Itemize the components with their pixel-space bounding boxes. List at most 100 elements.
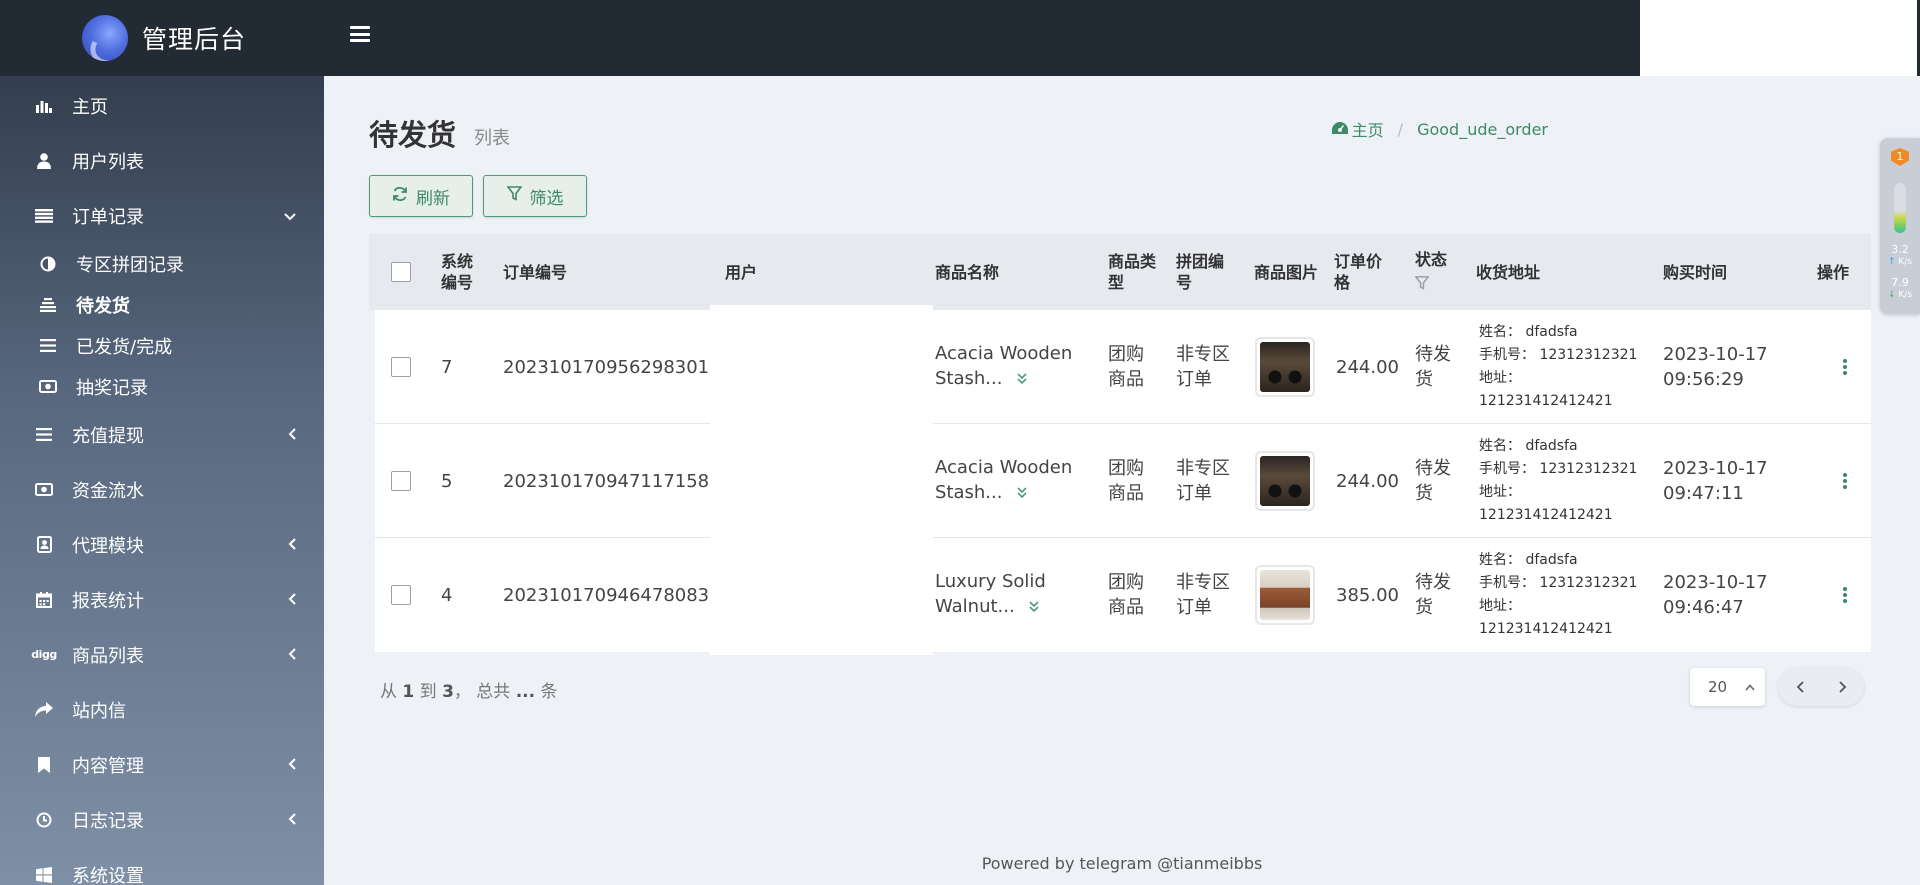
sidebar-item-settings[interactable]: 系统设置 [0, 847, 324, 885]
prev-page-icon[interactable] [1796, 677, 1804, 698]
top-navbar [324, 0, 1640, 76]
sidebar-item-orders[interactable]: 订单记录 [0, 188, 324, 243]
orders-table: 系统编号 订单编号 用户 商品名称 商品类型 拼团编号 商品图片 订单价格 状态… [369, 234, 1871, 652]
bar-chart-icon [34, 96, 54, 116]
sidebar-subitem-shipped[interactable]: 已发货/完成 [0, 325, 324, 366]
sidebar-item-funds[interactable]: 资金流水 [0, 462, 324, 517]
address-label: 地址： [1479, 370, 1521, 386]
status-filter-icon[interactable] [1414, 274, 1430, 295]
download-speed-value: 7.9 [1891, 276, 1909, 289]
table-row: 4 2023101709464780831 Luxury Solid Walnu… [375, 538, 1871, 652]
breadcrumb-separator: / [1397, 119, 1404, 139]
select-all-cell [391, 234, 411, 310]
chevron-left-icon [288, 645, 296, 664]
col-order-no[interactable]: 订单编号 [503, 234, 567, 310]
cell-type: 团购 商品 [1108, 310, 1144, 424]
cell-image [1255, 538, 1315, 652]
cell-time: 2023-10-17 09:56:29 [1663, 310, 1768, 424]
upload-arrow-icon: ↑ [1887, 257, 1896, 267]
sidebar-subitem-pending-shipment[interactable]: 待发货 [0, 284, 324, 325]
next-page-icon[interactable] [1838, 677, 1847, 698]
product-thumbnail[interactable] [1255, 337, 1315, 397]
col-user[interactable]: 用户 [725, 234, 757, 310]
top-right-panel [1640, 0, 1920, 76]
cell-status: 待发 货 [1415, 538, 1451, 652]
sidebar-item-products[interactable]: digg 商品列表 [0, 627, 324, 682]
col-price[interactable]: 订单价格 [1334, 234, 1386, 310]
refresh-button[interactable]: 刷新 [369, 175, 473, 217]
sidebar-item-label: 内容管理 [72, 755, 144, 777]
download-speed: 7.9 ↓ K/s [1880, 277, 1920, 301]
type-line2: 商品 [1108, 369, 1144, 390]
upload-speed-unit: K/s [1898, 257, 1913, 267]
chevron-left-icon [288, 810, 296, 829]
type-line1: 团购 [1108, 344, 1144, 365]
network-speed-widget[interactable]: 1 3.2 ↑ K/s 7.9 ↓ K/s [1880, 138, 1920, 314]
group-line2: 订单 [1176, 369, 1212, 390]
expand-double-down-icon[interactable] [1012, 373, 1027, 388]
expand-double-down-icon[interactable] [1012, 487, 1027, 502]
status-line1: 待发 [1415, 458, 1451, 479]
col-address[interactable]: 收货地址 [1476, 234, 1540, 310]
chevron-left-icon [288, 425, 296, 444]
sidebar-item-reports[interactable]: 报表统计 [0, 572, 324, 627]
page-size-select[interactable]: 20 [1690, 668, 1765, 706]
select-all-checkbox[interactable] [391, 262, 411, 282]
col-status[interactable]: 状态 [1415, 249, 1447, 270]
address-detail: 121231412412421 [1479, 507, 1613, 523]
row-checkbox[interactable] [391, 471, 411, 491]
product-thumbnail[interactable] [1255, 565, 1315, 625]
cell-address: 姓名： dfadsfa 手机号： 12312312321 地址： 1212314… [1479, 538, 1637, 652]
contact-icon [34, 535, 54, 555]
col-group-no[interactable]: 拼团编号 [1176, 234, 1228, 310]
address-phone: 手机号： 12312312321 [1479, 347, 1638, 363]
col-product[interactable]: 商品名称 [935, 234, 999, 310]
status-line1: 待发 [1415, 572, 1451, 593]
sidebar-subitem-group-records[interactable]: 专区拼团记录 [0, 243, 324, 284]
cell-image [1255, 310, 1315, 424]
product-name-line2: Stash... [935, 482, 1003, 503]
money-icon [38, 377, 58, 397]
sidebar-item-logs[interactable]: 日志记录 [0, 792, 324, 847]
cell-time: 2023-10-17 09:46:47 [1663, 538, 1768, 652]
sidebar-item-agent[interactable]: 代理模块 [0, 517, 324, 572]
expand-double-down-icon[interactable] [1025, 601, 1039, 616]
sidebar-subitem-lottery[interactable]: 抽奖记录 [0, 366, 324, 407]
cell-order-no: 2023101709562983017 [503, 356, 721, 378]
col-id[interactable]: 系统编号 [441, 234, 481, 310]
row-actions-icon[interactable] [1843, 424, 1847, 538]
table-body: 7 2023101709562983017 Acacia Wooden Stas… [375, 310, 1871, 652]
refresh-label: 刷新 [416, 188, 450, 208]
dashboard-icon [1331, 120, 1348, 139]
row-actions-icon[interactable] [1843, 538, 1847, 652]
download-arrow-icon: ↓ [1887, 290, 1896, 300]
row-checkbox[interactable] [391, 357, 411, 377]
product-thumbnail[interactable] [1255, 451, 1315, 511]
row-select-cell [391, 424, 411, 538]
address-name: 姓名： dfadsfa [1479, 438, 1578, 454]
sidebar-item-content[interactable]: 内容管理 [0, 737, 324, 792]
sidebar-item-home[interactable]: 主页 [0, 78, 324, 133]
sidebar-item-users[interactable]: 用户列表 [0, 133, 324, 188]
sidebar-item-messages[interactable]: 站内信 [0, 682, 324, 737]
filter-label: 筛选 [529, 188, 564, 208]
cell-status: 待发 货 [1415, 424, 1451, 538]
row-checkbox[interactable] [391, 585, 411, 605]
brand[interactable]: 管理后台 [0, 0, 324, 76]
col-image[interactable]: 商品图片 [1254, 234, 1318, 310]
pager-to: 3 [442, 682, 454, 702]
col-time[interactable]: 购买时间 [1663, 234, 1727, 310]
breadcrumb-current[interactable]: Good_ude_order [1417, 120, 1548, 139]
cell-type: 团购 商品 [1108, 538, 1144, 652]
page-subtitle: 列表 [474, 128, 510, 149]
filter-button[interactable]: 筛选 [483, 175, 587, 217]
cell-group-no: 非专区 订单 [1176, 424, 1230, 538]
breadcrumb-home[interactable]: 主页 [1352, 117, 1384, 141]
row-actions-icon[interactable] [1843, 310, 1847, 424]
chevron-left-icon [288, 755, 296, 774]
upload-speed: 3.2 ↑ K/s [1880, 244, 1920, 268]
menu-toggle-icon[interactable] [350, 26, 370, 42]
sidebar-item-recharge[interactable]: 充值提现 [0, 407, 324, 462]
col-type[interactable]: 商品类型 [1108, 234, 1160, 310]
sidebar-item-label: 商品列表 [72, 645, 144, 667]
